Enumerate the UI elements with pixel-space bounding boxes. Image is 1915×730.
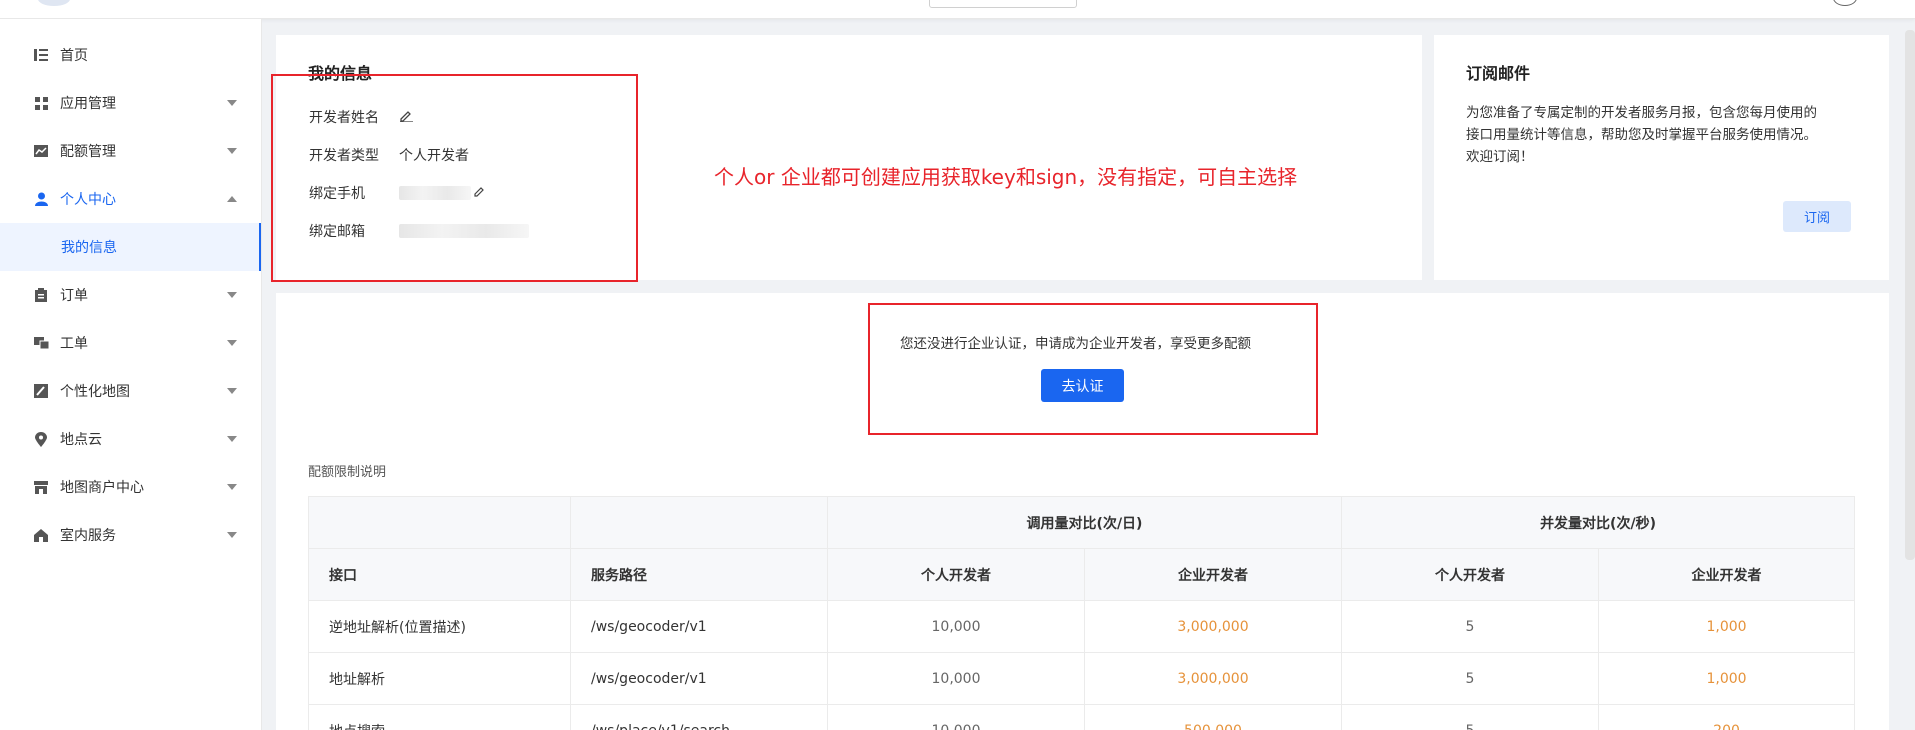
- map-style-icon: [33, 383, 49, 399]
- header-conc-enterprise: 企业开发者: [1598, 548, 1856, 601]
- header-path: 服务路径: [570, 548, 828, 601]
- chevron-down-icon: [227, 340, 237, 346]
- grid-icon: [33, 95, 49, 111]
- annotation-note: 个人or 企业都可创建应用获取key和sign，没有指定，可自主选择: [714, 165, 1298, 189]
- subscribe-card: 订阅邮件 为您准备了专属定制的开发者服务月报，包含您每月使用的 接口用量统计等信…: [1434, 35, 1889, 280]
- cell-conc-personal: 5: [1341, 704, 1600, 730]
- cell-calls-enterprise: 3,000,000: [1083, 652, 1343, 705]
- table-row: 逆地址解析(位置描述) /ws/geocoder/v1 10,000 3,000…: [308, 600, 1856, 653]
- sidebar-item-home[interactable]: 首页: [0, 31, 261, 79]
- user-icon: [33, 191, 49, 207]
- sidebar-item-place-cloud[interactable]: 地点云: [0, 415, 261, 463]
- header-calls-enterprise: 企业开发者: [1083, 548, 1343, 601]
- cell-path: /ws/geocoder/v1: [570, 600, 828, 653]
- table-row: 地点搜索 /ws/place/v1/search 10,000 500,000 …: [308, 704, 1856, 730]
- subscribe-line: 欢迎订阅！: [1466, 149, 1534, 165]
- sidebar-item-label: 订单: [60, 288, 88, 304]
- store-icon: [33, 479, 49, 495]
- cell-calls-personal: 10,000: [827, 600, 1085, 653]
- subscribe-line: 为您准备了专属定制的开发者服务月报，包含您每月使用的: [1466, 105, 1817, 121]
- building-icon: [33, 527, 49, 543]
- chart-icon: [33, 143, 49, 159]
- home-list-icon: [33, 47, 49, 63]
- cell-calls-enterprise: 500,000: [1083, 704, 1343, 730]
- table-header-row: 接口 服务路径 个人开发者 企业开发者 个人开发者 企业开发者: [308, 548, 1856, 601]
- cell-api: 地址解析: [308, 652, 571, 705]
- subscribe-description: 为您准备了专属定制的开发者服务月报，包含您每月使用的 接口用量统计等信息，帮助您…: [1466, 102, 1817, 168]
- sidebar-item-orders[interactable]: 订单: [0, 271, 261, 319]
- subscribe-title: 订阅邮件: [1466, 64, 1531, 83]
- chevron-down-icon: [227, 292, 237, 298]
- sidebar-item-custom-map[interactable]: 个性化地图: [0, 367, 261, 415]
- cell-conc-personal: 5: [1341, 600, 1600, 653]
- sidebar-item-label: 应用管理: [60, 96, 116, 112]
- chevron-down-icon: [227, 532, 237, 538]
- cell-path: /ws/place/v1/search: [570, 704, 828, 730]
- table-row: 地址解析 /ws/geocoder/v1 10,000 3,000,000 5 …: [308, 652, 1856, 705]
- cell-path: /ws/geocoder/v1: [570, 652, 828, 705]
- chevron-down-icon: [227, 436, 237, 442]
- cell-conc-enterprise: 200: [1598, 704, 1856, 730]
- clipboard-icon: [33, 287, 49, 303]
- sidebar-item-indoor[interactable]: 室内服务: [0, 511, 261, 559]
- sidebar-item-label: 配额管理: [60, 144, 116, 160]
- sidebar-item-apps[interactable]: 应用管理: [0, 79, 261, 127]
- sidebar-item-merchant-center[interactable]: 地图商户中心: [0, 463, 261, 511]
- chevron-up-icon: [227, 196, 237, 202]
- cell-api: 地点搜索: [308, 704, 571, 730]
- header-api: 接口: [308, 548, 571, 601]
- annotation-box-certify: [868, 303, 1318, 435]
- sidebar-item-label: 个人中心: [60, 192, 116, 208]
- cell-api: 逆地址解析(位置描述): [308, 600, 571, 653]
- chevron-down-icon: [227, 148, 237, 154]
- table-header-group-row: 调用量对比(次/日) 并发量对比(次/秒): [308, 496, 1856, 549]
- chevron-down-icon: [227, 388, 237, 394]
- header-calls-group: 调用量对比(次/日): [826, 496, 1343, 549]
- subscribe-button[interactable]: 订阅: [1783, 201, 1851, 232]
- sidebar-item-label: 我的信息: [61, 240, 117, 256]
- sidebar-item-label: 首页: [60, 48, 88, 64]
- sidebar-item-tickets[interactable]: 工单: [0, 319, 261, 367]
- ticket-icon: [33, 335, 49, 351]
- sidebar-item-label: 地图商户中心: [60, 480, 144, 496]
- cell-calls-personal: 10,000: [827, 652, 1085, 705]
- scrollbar[interactable]: [1905, 30, 1915, 560]
- top-bar: [0, 0, 1915, 19]
- header-conc-personal: 个人开发者: [1341, 548, 1600, 601]
- sidebar-item-label: 工单: [60, 336, 88, 352]
- sidebar-item-label: 室内服务: [60, 528, 116, 544]
- cell-conc-personal: 5: [1341, 652, 1600, 705]
- sidebar-item-personal-center[interactable]: 个人中心: [0, 175, 261, 223]
- quota-title: 配额限制说明: [308, 465, 387, 480]
- sidebar-item-quota[interactable]: 配额管理: [0, 127, 261, 175]
- annotation-box-my-info: [271, 74, 638, 282]
- sidebar: 首页 应用管理 配额管理 个人中心 我的信息 订单 工单 个性化地图 地点云 地…: [0, 19, 262, 730]
- header-blank: [308, 496, 571, 549]
- chevron-down-icon: [227, 100, 237, 106]
- header-blank: [570, 496, 828, 549]
- logo[interactable]: [38, 0, 70, 6]
- cell-conc-enterprise: 1,000: [1598, 600, 1856, 653]
- header-calls-personal: 个人开发者: [827, 548, 1085, 601]
- location-icon: [33, 431, 49, 447]
- cell-calls-enterprise: 3,000,000: [1083, 600, 1343, 653]
- chevron-down-icon: [227, 484, 237, 490]
- header-concurrency-group: 并发量对比(次/秒): [1341, 496, 1856, 549]
- cell-calls-personal: 10,000: [827, 704, 1085, 730]
- cell-conc-enterprise: 1,000: [1598, 652, 1856, 705]
- quota-table: 调用量对比(次/日) 并发量对比(次/秒) 接口 服务路径 个人开发者 企业开发…: [308, 496, 1856, 730]
- sidebar-item-label: 个性化地图: [60, 384, 130, 400]
- sidebar-item-label: 地点云: [60, 432, 102, 448]
- subscribe-line: 接口用量统计等信息，帮助您及时掌握平台服务使用情况。: [1466, 127, 1817, 143]
- search-input[interactable]: [929, 0, 1077, 8]
- sidebar-item-my-info[interactable]: 我的信息: [0, 223, 261, 271]
- user-avatar[interactable]: [1833, 0, 1857, 6]
